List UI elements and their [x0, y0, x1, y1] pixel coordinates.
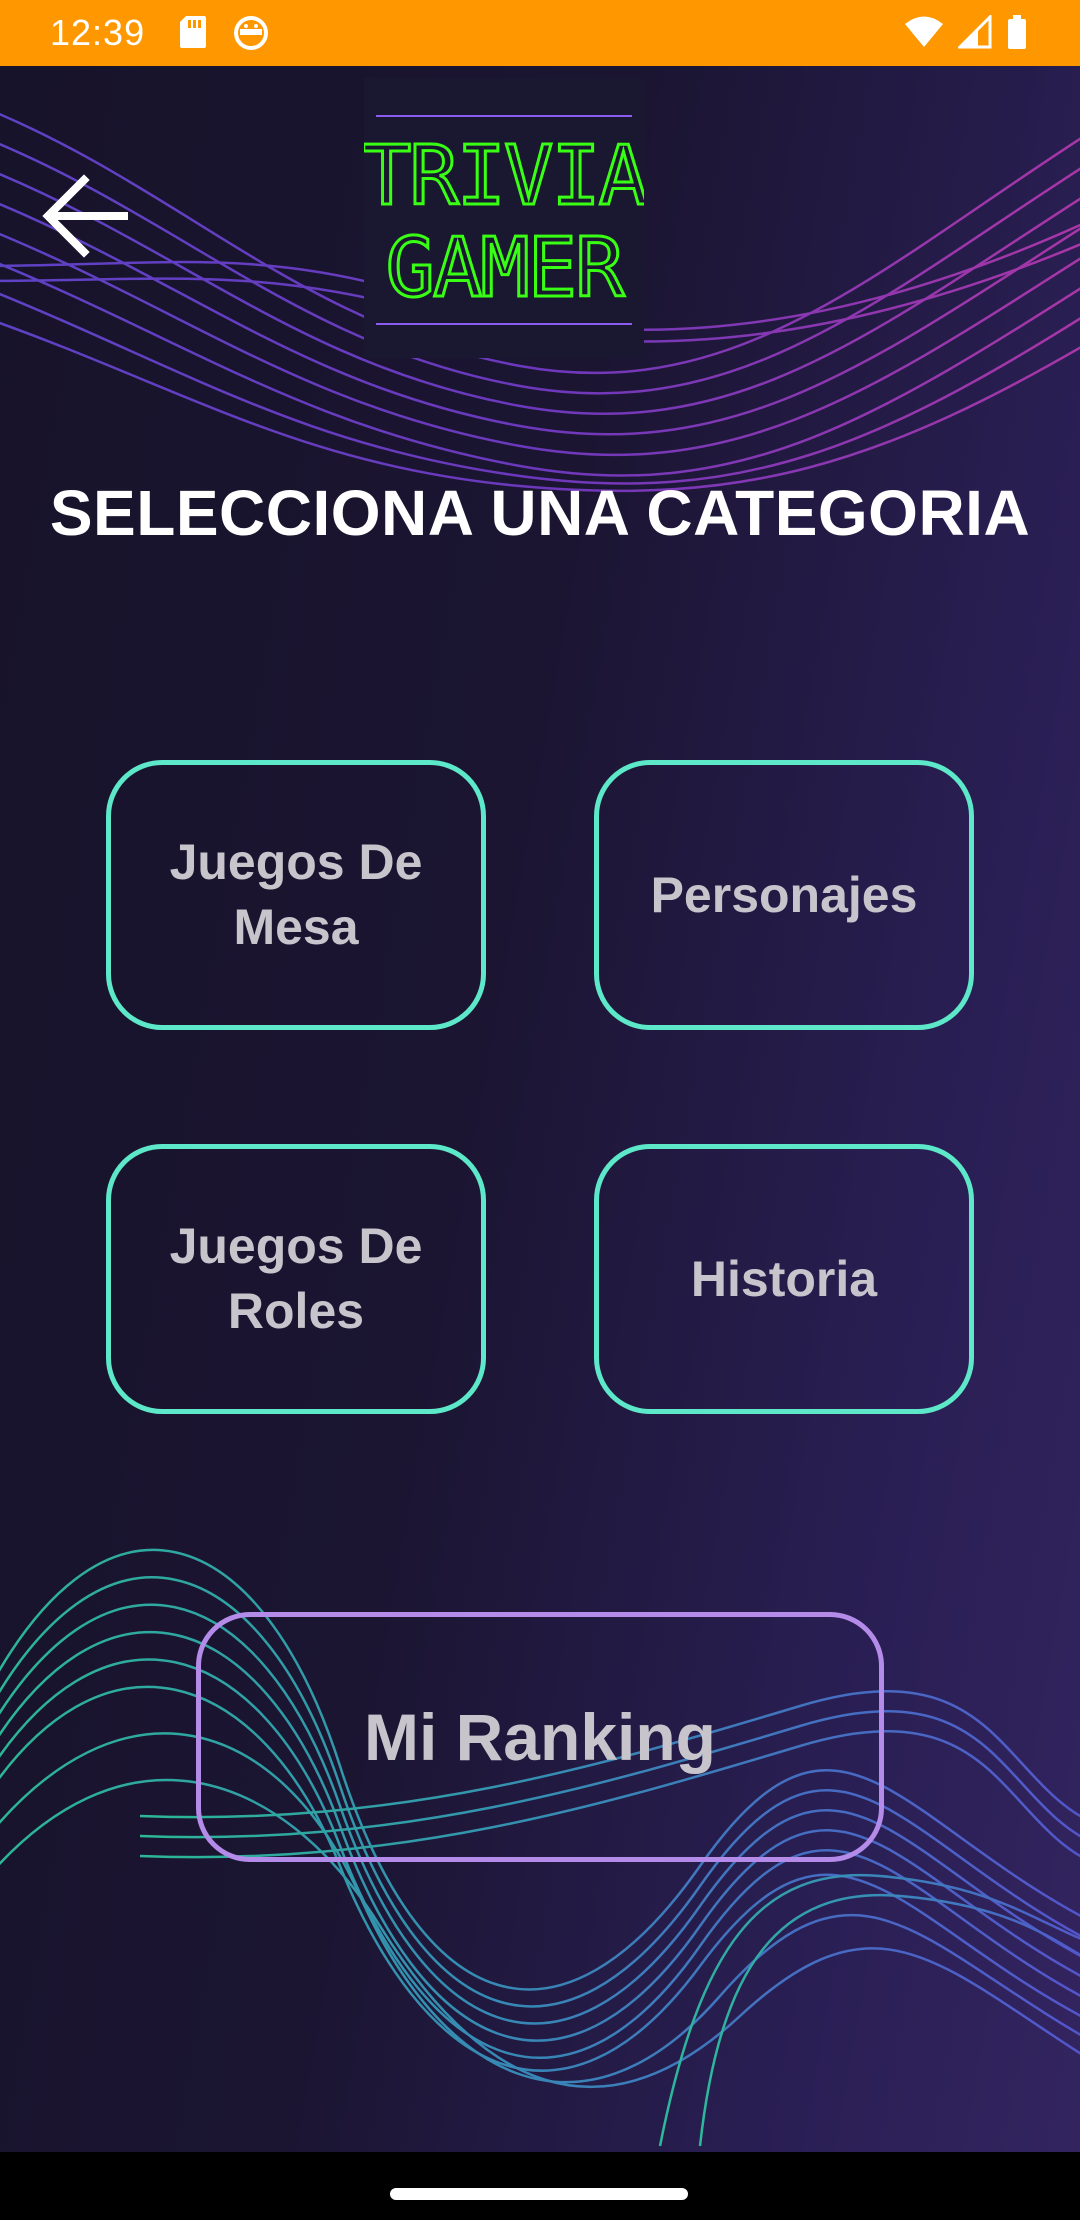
svg-text:TRIVIA: TRIVIA — [364, 129, 644, 224]
status-time: 12:39 — [50, 12, 146, 53]
android-debug-icon — [234, 16, 268, 50]
category-screen: TRIVIA GAMER SELECCIONA UNA CATEGORIA Ju… — [0, 66, 1080, 2152]
category-label-line2: Roles — [227, 1283, 365, 1339]
navigation-bar — [0, 2152, 1080, 2220]
category-button-personajes[interactable]: Personajes — [594, 760, 974, 1030]
svg-text:GAMER: GAMER — [386, 221, 625, 316]
signal-icon — [958, 15, 992, 49]
screen-title: SELECCIONA UNA CATEGORIA — [49, 477, 1031, 549]
category-label-line2: Mesa — [233, 899, 359, 955]
category-button-juegos-de-roles[interactable]: Juegos De Roles — [106, 1144, 486, 1414]
category-label-line1: Juegos De — [169, 1218, 423, 1274]
back-button[interactable] — [34, 166, 134, 266]
category-button-juegos-de-mesa[interactable]: Juegos De Mesa — [106, 760, 486, 1030]
battery-icon — [1008, 15, 1026, 49]
category-button-historia[interactable]: Historia — [594, 1144, 974, 1414]
category-label-line1: Juegos De — [169, 834, 423, 890]
category-label-line1: Historia — [690, 1250, 878, 1307]
wifi-icon — [905, 16, 943, 47]
arrow-left-icon — [42, 174, 128, 258]
sd-card-icon — [180, 16, 206, 48]
category-label-line1: Personajes — [650, 866, 918, 923]
status-right-icons — [904, 14, 1028, 50]
status-left-icons — [178, 14, 270, 50]
ranking-label: Mi Ranking — [363, 1700, 716, 1774]
status-bar: 12:39 — [0, 0, 1080, 66]
home-gesture-handle[interactable] — [390, 2188, 688, 2200]
trivia-gamer-logo: TRIVIA GAMER — [360, 78, 650, 358]
my-ranking-button[interactable]: Mi Ranking — [196, 1612, 884, 1862]
